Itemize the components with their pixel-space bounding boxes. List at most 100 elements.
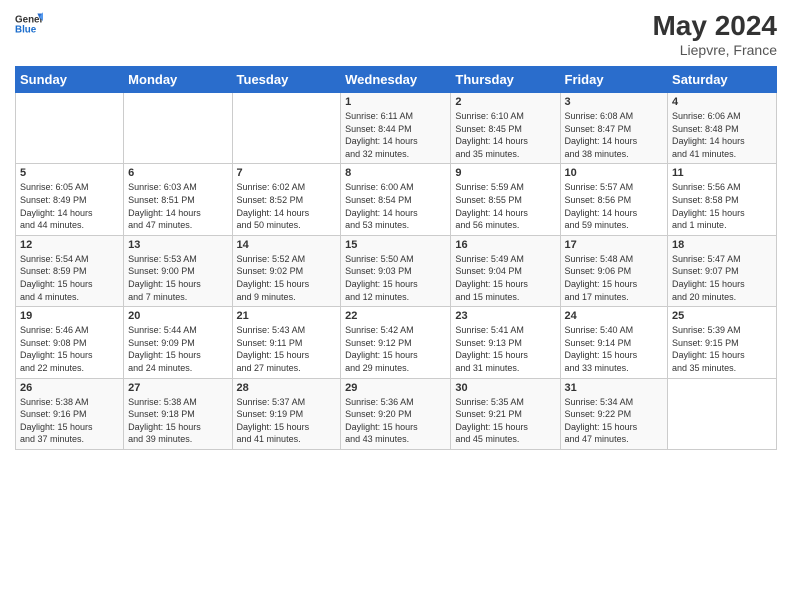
calendar-cell: 10 Sunrise: 5:57 AM Sunset: 8:56 PM Dayli… bbox=[560, 164, 668, 235]
day-number: 26 bbox=[20, 382, 119, 394]
day-info: Sunrise: 6:05 AM Sunset: 8:49 PM Dayligh… bbox=[20, 181, 119, 231]
day-info: Sunrise: 5:39 AM Sunset: 9:15 PM Dayligh… bbox=[672, 324, 772, 374]
day-info: Sunrise: 6:00 AM Sunset: 8:54 PM Dayligh… bbox=[345, 181, 446, 231]
day-info: Sunrise: 5:38 AM Sunset: 9:18 PM Dayligh… bbox=[128, 396, 227, 446]
calendar-cell: 7 Sunrise: 6:02 AM Sunset: 8:52 PM Daylig… bbox=[232, 164, 341, 235]
calendar-header-row: Sunday Monday Tuesday Wednesday Thursday… bbox=[16, 67, 777, 93]
calendar-cell: 4 Sunrise: 6:06 AM Sunset: 8:48 PM Daylig… bbox=[668, 93, 777, 164]
calendar-cell: 29Sunrise: 5:36 AM Sunset: 9:20 PM Dayli… bbox=[341, 378, 451, 449]
calendar-cell: 12Sunrise: 5:54 AM Sunset: 8:59 PM Dayli… bbox=[16, 235, 124, 306]
day-info: Sunrise: 5:42 AM Sunset: 9:12 PM Dayligh… bbox=[345, 324, 446, 374]
day-number: 6 bbox=[128, 167, 227, 179]
calendar-cell: 9 Sunrise: 5:59 AM Sunset: 8:55 PM Daylig… bbox=[451, 164, 560, 235]
calendar-cell: 23Sunrise: 5:41 AM Sunset: 9:13 PM Dayli… bbox=[451, 307, 560, 378]
logo-icon: General Blue bbox=[15, 10, 43, 38]
day-number: 28 bbox=[237, 382, 337, 394]
day-number: 9 bbox=[455, 167, 555, 179]
calendar-cell: 8 Sunrise: 6:00 AM Sunset: 8:54 PM Daylig… bbox=[341, 164, 451, 235]
day-number: 7 bbox=[237, 167, 337, 179]
day-info: Sunrise: 6:02 AM Sunset: 8:52 PM Dayligh… bbox=[237, 181, 337, 231]
location-label: Liepvre, France bbox=[652, 42, 777, 58]
calendar-cell: 17 Sunrise: 5:48 AM Sunset: 9:06 PM Dayli… bbox=[560, 235, 668, 306]
day-info: Sunrise: 5:49 AM Sunset: 9:04 PM Dayligh… bbox=[455, 253, 555, 303]
day-number: 29 bbox=[345, 382, 446, 394]
col-friday: Friday bbox=[560, 67, 668, 93]
calendar-cell bbox=[124, 93, 232, 164]
day-info: Sunrise: 5:43 AM Sunset: 9:11 PM Dayligh… bbox=[237, 324, 337, 374]
calendar-cell: 5 Sunrise: 6:05 AM Sunset: 8:49 PM Daylig… bbox=[16, 164, 124, 235]
month-year-title: May 2024 bbox=[652, 10, 777, 42]
calendar-table: Sunday Monday Tuesday Wednesday Thursday… bbox=[15, 66, 777, 450]
day-number: 18 bbox=[672, 239, 772, 251]
day-number: 19 bbox=[20, 310, 119, 322]
calendar-week-row: 26 Sunrise: 5:38 AM Sunset: 9:16 PM Dayli… bbox=[16, 378, 777, 449]
day-info: Sunrise: 5:40 AM Sunset: 9:14 PM Dayligh… bbox=[565, 324, 664, 374]
day-info: Sunrise: 6:08 AM Sunset: 8:47 PM Dayligh… bbox=[565, 110, 664, 160]
calendar-cell bbox=[668, 378, 777, 449]
calendar-week-row: 1 Sunrise: 6:11 AM Sunset: 8:44 PM Daylig… bbox=[16, 93, 777, 164]
calendar-cell: 15 Sunrise: 5:50 AM Sunset: 9:03 PM Dayli… bbox=[341, 235, 451, 306]
calendar-cell bbox=[232, 93, 341, 164]
day-info: Sunrise: 6:06 AM Sunset: 8:48 PM Dayligh… bbox=[672, 110, 772, 160]
day-number: 20 bbox=[128, 310, 227, 322]
day-info: Sunrise: 6:10 AM Sunset: 8:45 PM Dayligh… bbox=[455, 110, 555, 160]
day-info: Sunrise: 5:44 AM Sunset: 9:09 PM Dayligh… bbox=[128, 324, 227, 374]
calendar-cell: 16Sunrise: 5:49 AM Sunset: 9:04 PM Dayli… bbox=[451, 235, 560, 306]
day-number: 10 bbox=[565, 167, 664, 179]
day-number: 24 bbox=[565, 310, 664, 322]
calendar-cell: 18 Sunrise: 5:47 AM Sunset: 9:07 PM Dayli… bbox=[668, 235, 777, 306]
calendar-week-row: 12Sunrise: 5:54 AM Sunset: 8:59 PM Dayli… bbox=[16, 235, 777, 306]
day-info: Sunrise: 5:41 AM Sunset: 9:13 PM Dayligh… bbox=[455, 324, 555, 374]
calendar-cell: 19 Sunrise: 5:46 AM Sunset: 9:08 PM Dayli… bbox=[16, 307, 124, 378]
calendar-cell: 28Sunrise: 5:37 AM Sunset: 9:19 PM Dayli… bbox=[232, 378, 341, 449]
svg-text:Blue: Blue bbox=[15, 24, 37, 35]
day-number: 13 bbox=[128, 239, 227, 251]
day-info: Sunrise: 5:56 AM Sunset: 8:58 PM Dayligh… bbox=[672, 181, 772, 231]
calendar-cell: 3Sunrise: 6:08 AM Sunset: 8:47 PM Daylig… bbox=[560, 93, 668, 164]
day-number: 25 bbox=[672, 310, 772, 322]
col-saturday: Saturday bbox=[668, 67, 777, 93]
calendar-cell: 21Sunrise: 5:43 AM Sunset: 9:11 PM Dayli… bbox=[232, 307, 341, 378]
day-number: 11 bbox=[672, 167, 772, 179]
calendar-cell: 30Sunrise: 5:35 AM Sunset: 9:21 PM Dayli… bbox=[451, 378, 560, 449]
day-info: Sunrise: 5:50 AM Sunset: 9:03 PM Dayligh… bbox=[345, 253, 446, 303]
header: General Blue May 2024 Liepvre, France bbox=[15, 10, 777, 58]
calendar-week-row: 5 Sunrise: 6:05 AM Sunset: 8:49 PM Daylig… bbox=[16, 164, 777, 235]
col-wednesday: Wednesday bbox=[341, 67, 451, 93]
day-info: Sunrise: 5:38 AM Sunset: 9:16 PM Dayligh… bbox=[20, 396, 119, 446]
day-number: 1 bbox=[345, 96, 446, 108]
calendar-cell: 13 Sunrise: 5:53 AM Sunset: 9:00 PM Dayli… bbox=[124, 235, 232, 306]
day-number: 15 bbox=[345, 239, 446, 251]
calendar-cell: 1 Sunrise: 6:11 AM Sunset: 8:44 PM Daylig… bbox=[341, 93, 451, 164]
day-info: Sunrise: 5:46 AM Sunset: 9:08 PM Dayligh… bbox=[20, 324, 119, 374]
calendar-cell: 6Sunrise: 6:03 AM Sunset: 8:51 PM Daylig… bbox=[124, 164, 232, 235]
calendar-cell bbox=[16, 93, 124, 164]
day-number: 30 bbox=[455, 382, 555, 394]
title-area: May 2024 Liepvre, France bbox=[652, 10, 777, 58]
day-info: Sunrise: 5:34 AM Sunset: 9:22 PM Dayligh… bbox=[565, 396, 664, 446]
day-info: Sunrise: 6:11 AM Sunset: 8:44 PM Dayligh… bbox=[345, 110, 446, 160]
calendar-cell: 14Sunrise: 5:52 AM Sunset: 9:02 PM Dayli… bbox=[232, 235, 341, 306]
day-number: 27 bbox=[128, 382, 227, 394]
day-info: Sunrise: 5:54 AM Sunset: 8:59 PM Dayligh… bbox=[20, 253, 119, 303]
day-info: Sunrise: 5:48 AM Sunset: 9:06 PM Dayligh… bbox=[565, 253, 664, 303]
day-info: Sunrise: 5:57 AM Sunset: 8:56 PM Dayligh… bbox=[565, 181, 664, 231]
calendar-cell: 31 Sunrise: 5:34 AM Sunset: 9:22 PM Dayli… bbox=[560, 378, 668, 449]
logo: General Blue bbox=[15, 10, 43, 38]
calendar-cell: 20 Sunrise: 5:44 AM Sunset: 9:09 PM Dayli… bbox=[124, 307, 232, 378]
day-number: 17 bbox=[565, 239, 664, 251]
day-number: 22 bbox=[345, 310, 446, 322]
day-info: Sunrise: 5:53 AM Sunset: 9:00 PM Dayligh… bbox=[128, 253, 227, 303]
day-info: Sunrise: 5:47 AM Sunset: 9:07 PM Dayligh… bbox=[672, 253, 772, 303]
calendar-week-row: 19 Sunrise: 5:46 AM Sunset: 9:08 PM Dayli… bbox=[16, 307, 777, 378]
day-number: 8 bbox=[345, 167, 446, 179]
page: General Blue May 2024 Liepvre, France Su… bbox=[0, 0, 792, 612]
day-number: 31 bbox=[565, 382, 664, 394]
col-tuesday: Tuesday bbox=[232, 67, 341, 93]
col-monday: Monday bbox=[124, 67, 232, 93]
day-info: Sunrise: 5:59 AM Sunset: 8:55 PM Dayligh… bbox=[455, 181, 555, 231]
day-number: 2 bbox=[455, 96, 555, 108]
calendar-cell: 2 Sunrise: 6:10 AM Sunset: 8:45 PM Daylig… bbox=[451, 93, 560, 164]
day-number: 4 bbox=[672, 96, 772, 108]
day-number: 5 bbox=[20, 167, 119, 179]
